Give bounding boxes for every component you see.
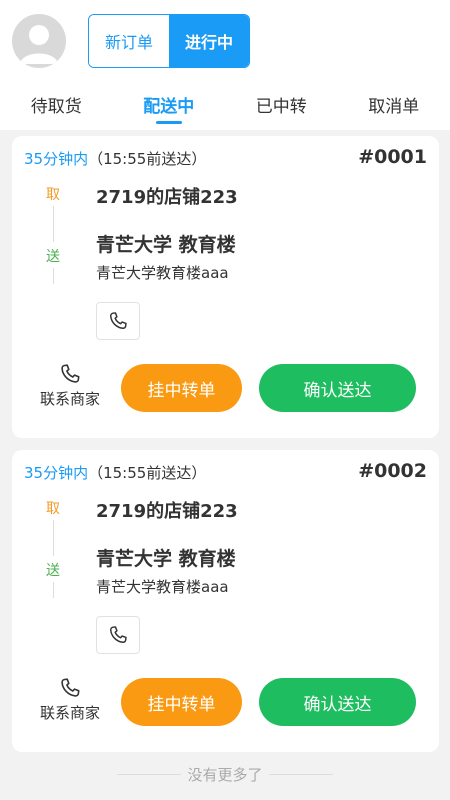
top-header: 新订单 进行中 待取货 配送中 已中转 取消单 [0,0,450,130]
tab-transferred[interactable]: 已中转 [225,84,338,130]
status-tabs: 待取货 配送中 已中转 取消单 [0,84,450,130]
in-progress-button[interactable]: 进行中 [169,15,249,67]
call-customer-button[interactable] [96,302,140,340]
destination-address: 青芒大学教育楼aaa [96,578,229,596]
contact-merchant-label: 联系商家 [39,704,100,722]
phone-icon [110,626,127,643]
tab-cancelled[interactable]: 取消单 [338,84,450,130]
route-line [53,582,54,598]
tab-awaiting-pickup[interactable]: 待取货 [0,84,113,130]
transfer-order-button[interactable]: 挂中转单 [121,364,242,412]
contact-merchant-button[interactable]: 联系商家 [32,676,108,723]
deadline-text: （15:55前送达） [88,464,207,482]
no-more-text: 没有更多了 [187,765,263,784]
contact-merchant-label: 联系商家 [39,390,100,408]
user-avatar-icon [20,25,58,64]
phone-icon [61,678,80,697]
divider [268,773,333,775]
avatar[interactable] [12,14,66,68]
new-orders-button[interactable]: 新订单 [89,15,169,67]
shop-name: 2719的店铺223 [96,501,238,522]
order-number: #0002 [358,460,427,482]
transfer-order-button[interactable]: 挂中转单 [121,678,242,726]
route-line [53,520,54,556]
destination-address: 青芒大学教育楼aaa [96,264,229,282]
phone-icon [110,312,127,329]
destination-name: 青芒大学 教育楼 [96,234,236,256]
delivery-time: 35分钟内（15:55前送达） [24,148,206,169]
pickup-tag: 取 [46,187,60,203]
dropoff-tag: 送 [46,249,60,265]
order-card[interactable]: 35分钟内（15:55前送达） #0002 取 送 2719的店铺223 青芒大… [12,450,439,752]
eta-text: 35分钟内 [24,150,89,168]
order-card[interactable]: 35分钟内（15:55前送达） #0001 取 送 2719的店铺223 青芒大… [12,136,439,438]
active-tab-indicator [156,121,182,124]
route-line [53,206,54,242]
contact-merchant-button[interactable]: 联系商家 [32,362,108,409]
confirm-delivery-button[interactable]: 确认送达 [259,678,416,726]
order-number: #0001 [358,146,427,168]
route-line [53,268,54,284]
shop-name: 2719的店铺223 [96,187,238,208]
list-end-footer: 没有更多了 [0,762,450,786]
divider [117,773,182,775]
destination-name: 青芒大学 教育楼 [96,548,236,570]
dropoff-tag: 送 [46,563,60,579]
call-customer-button[interactable] [96,616,140,654]
deadline-text: （15:55前送达） [88,150,207,168]
phone-icon [61,364,80,383]
confirm-delivery-button[interactable]: 确认送达 [259,364,416,412]
order-mode-segment: 新订单 进行中 [88,14,250,68]
eta-text: 35分钟内 [24,464,89,482]
delivery-time: 35分钟内（15:55前送达） [24,462,206,483]
pickup-tag: 取 [46,501,60,517]
